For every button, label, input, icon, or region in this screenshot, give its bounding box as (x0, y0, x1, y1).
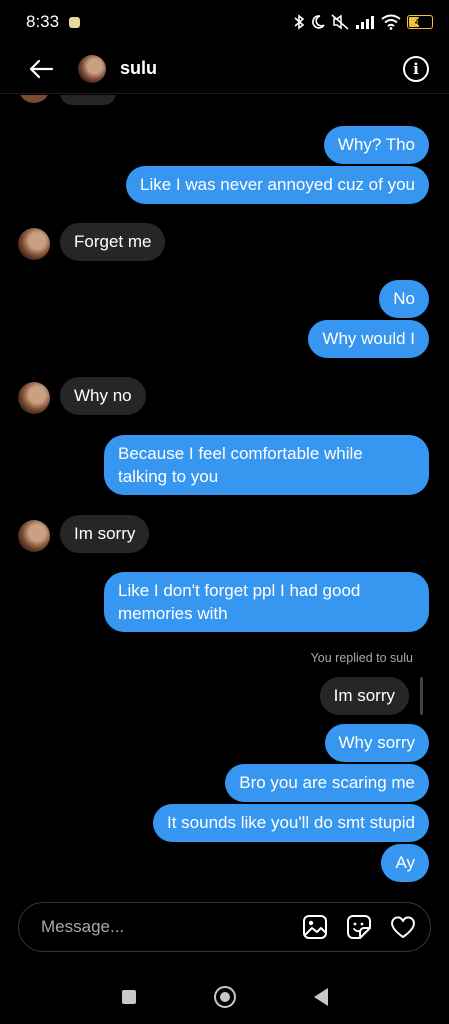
message-bubble-outgoing[interactable]: Like I was never annoyed cuz of you (126, 166, 429, 204)
message-thread[interactable]: Why? Tho Like I was never annoyed cuz of… (0, 95, 449, 890)
status-icons: 43 (293, 14, 433, 30)
recents-icon[interactable] (121, 990, 136, 1004)
sticker-icon[interactable] (346, 914, 372, 940)
message-bubble-outgoing[interactable]: Why sorry (324, 724, 429, 762)
arrow-left-icon[interactable] (28, 59, 54, 79)
message-composer (18, 902, 431, 952)
message-bubble-incoming[interactable]: Forget me (60, 223, 166, 261)
heart-icon[interactable] (390, 914, 416, 940)
avatar[interactable] (18, 520, 50, 552)
chat-title[interactable]: sulu (120, 58, 157, 79)
message-bubble-incoming-partial (60, 95, 116, 105)
message-input[interactable] (41, 917, 302, 937)
notification-icon (69, 16, 81, 28)
info-icon[interactable]: i (403, 55, 429, 82)
avatar[interactable] (18, 382, 50, 414)
message-bubble-outgoing[interactable]: Why would I (308, 320, 429, 358)
reply-note: You replied to sulu (310, 651, 413, 665)
wifi-icon (381, 14, 401, 30)
muted-icon (331, 14, 349, 30)
message-bubble-outgoing[interactable]: Because I feel comfortable while talking… (104, 435, 429, 495)
avatar[interactable] (78, 54, 106, 83)
status-bar: 8:33 43 (0, 0, 449, 44)
message-bubble-incoming[interactable]: Im sorry (60, 515, 150, 553)
chat-header: sulu i (0, 44, 449, 94)
battery-level: 43 (414, 17, 425, 27)
message-bubble-outgoing[interactable]: Bro you are scaring me (225, 764, 429, 802)
replied-message-bubble[interactable]: Im sorry (319, 677, 409, 715)
reply-indicator-bar (420, 677, 423, 715)
battery-icon: 43 (407, 15, 433, 29)
message-bubble-outgoing[interactable]: No (379, 280, 429, 318)
composer-actions (302, 914, 416, 940)
message-bubble-outgoing[interactable]: Like I don't forget ppl I had good memor… (104, 572, 429, 632)
message-bubble-outgoing[interactable]: Ay (381, 844, 429, 882)
back-icon[interactable] (313, 988, 328, 1006)
status-time: 8:33 (26, 12, 60, 31)
avatar (18, 95, 50, 103)
home-icon[interactable] (213, 986, 236, 1008)
signal-icon (356, 16, 374, 29)
bluetooth-icon (294, 14, 305, 30)
gallery-icon[interactable] (302, 914, 328, 940)
message-bubble-outgoing[interactable]: It sounds like you'll do smt stupid (153, 804, 429, 842)
message-bubble-incoming[interactable]: Why no (60, 377, 146, 415)
message-bubble-outgoing[interactable]: Why? Tho (323, 126, 429, 164)
system-nav-bar (0, 970, 449, 1024)
avatar[interactable] (18, 228, 50, 260)
dnd-moon-icon (312, 15, 325, 29)
